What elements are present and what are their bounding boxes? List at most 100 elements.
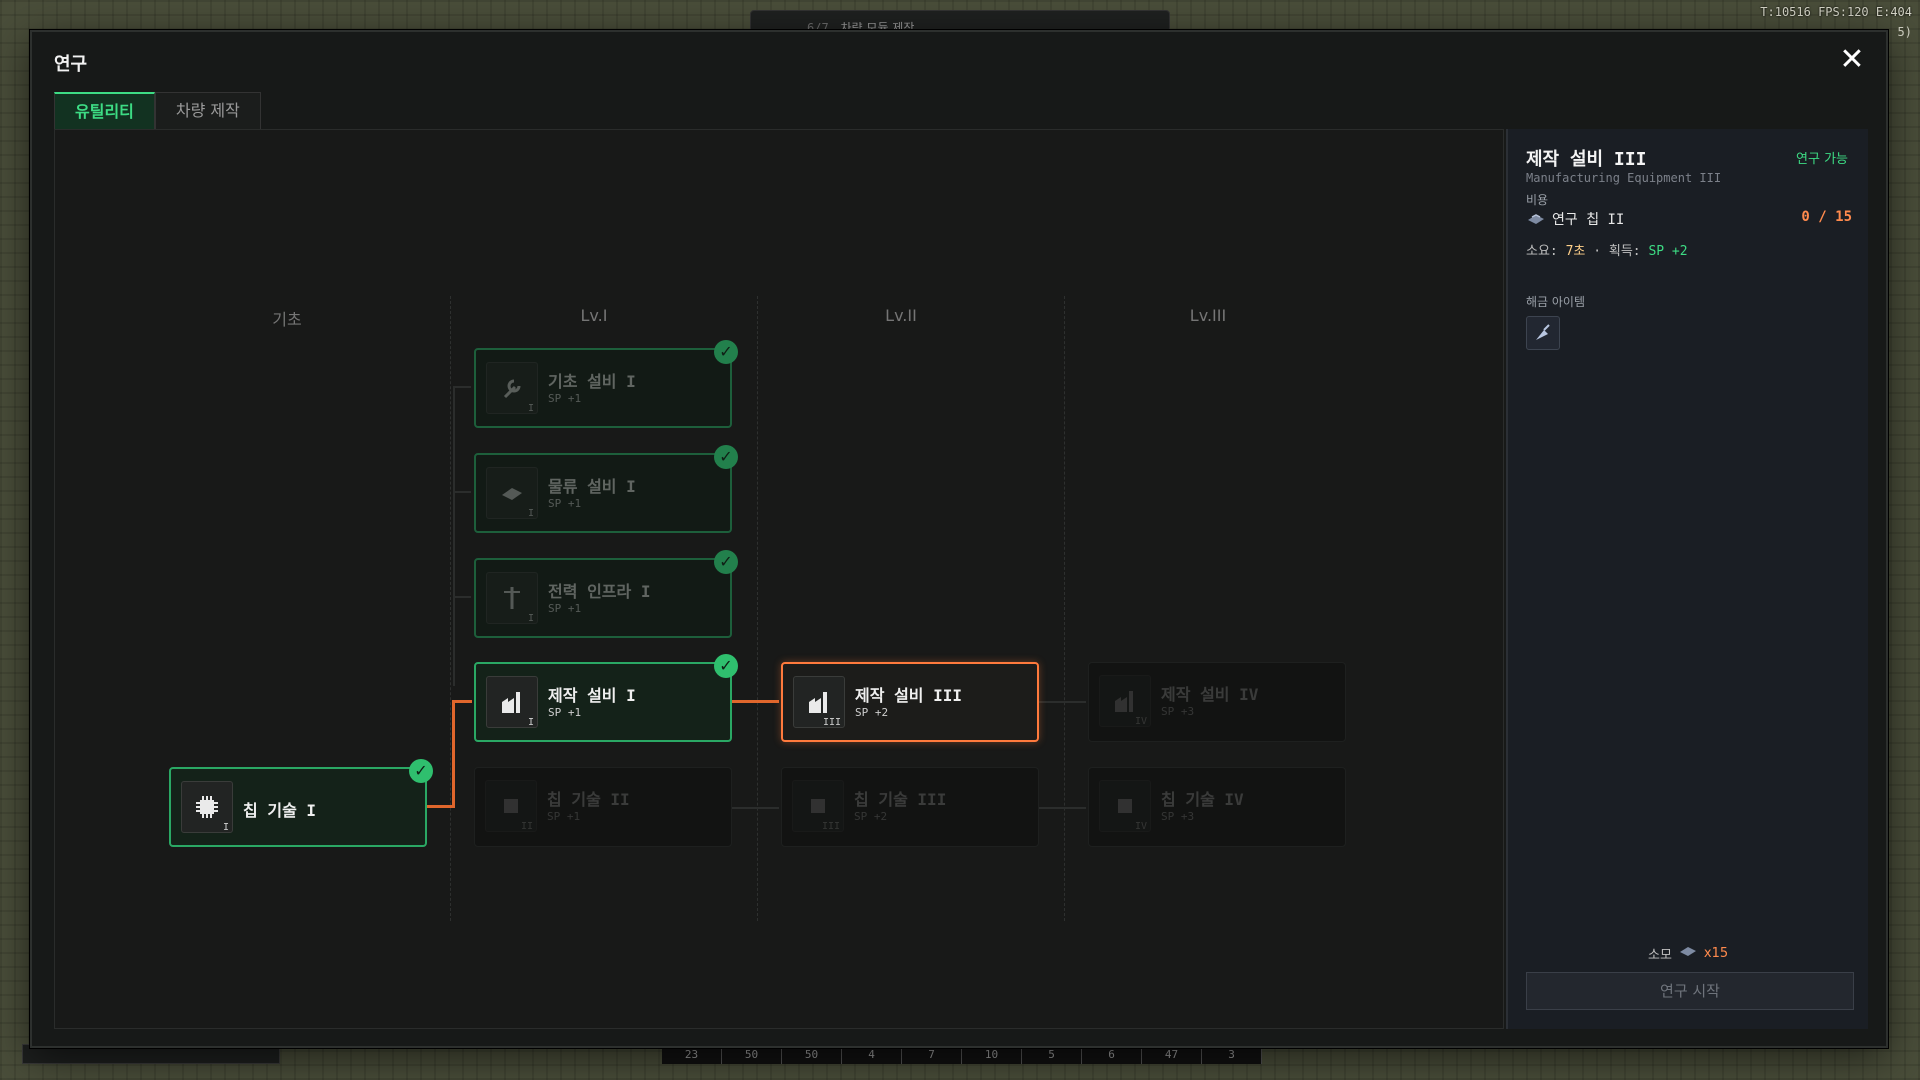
- cost-label: 비용: [1526, 193, 1549, 207]
- research-node-chip-tech-2[interactable]: II 칩 기술 II SP +1: [474, 767, 732, 847]
- connector-line: [453, 491, 471, 493]
- research-chip-icon: [1526, 211, 1546, 231]
- debug-stats-line2: 5): [1897, 25, 1912, 39]
- node-sp: SP +1: [548, 497, 582, 510]
- connector-line: [1034, 807, 1086, 809]
- chip-icon: IV: [1099, 780, 1151, 832]
- hotbar-slot[interactable]: 50: [782, 1046, 842, 1064]
- check-icon: ✓: [714, 445, 738, 469]
- hotbar-slot[interactable]: 23: [662, 1046, 722, 1064]
- node-sp: SP +3: [1161, 810, 1195, 823]
- time-gain-row: 소요: 7초 · 획득: SP +2: [1526, 240, 1688, 259]
- hotbar-slot[interactable]: 5: [1022, 1046, 1082, 1064]
- hotbar: 23 50 50 4 7 10 5 6 47 3: [662, 1046, 1262, 1064]
- research-node-power-infra-1[interactable]: I 전력 인프라 I SP +1 ✓: [474, 550, 738, 638]
- tier-label: I: [527, 613, 534, 624]
- research-node-chip-tech-1[interactable]: I 칩 기술 I ✓: [169, 759, 433, 847]
- gain-value: SP +2: [1648, 244, 1688, 259]
- connector-line: [453, 596, 471, 598]
- hotbar-slot[interactable]: 7: [902, 1046, 962, 1064]
- connector-line: [453, 386, 471, 388]
- node-name: 제작 설비 I: [548, 686, 636, 705]
- node-name: 기초 설비 I: [548, 372, 636, 391]
- check-icon: ✓: [714, 654, 738, 678]
- check-icon: ✓: [714, 340, 738, 364]
- tier-label: I: [527, 508, 534, 519]
- tier-label: IV: [1134, 821, 1147, 832]
- research-node-basic-equipment-1[interactable]: I 기초 설비 I SP +1 ✓: [474, 340, 738, 428]
- research-detail-panel: 제작 설비 III 연구 가능 Manufacturing Equipment …: [1506, 129, 1868, 1029]
- tier-label: II: [520, 821, 533, 832]
- node-sp: SP +2: [855, 706, 889, 719]
- tier-label: III: [822, 717, 841, 728]
- connector-line: [453, 386, 455, 686]
- column-header-lv1: Lv.I: [580, 306, 608, 325]
- node-sp: SP +3: [1161, 705, 1195, 718]
- cost-row: 연구 칩 II 0 / 15: [1526, 209, 1852, 229]
- hotbar-slot[interactable]: 6: [1082, 1046, 1142, 1064]
- node-name: 제작 설비 IV: [1161, 685, 1259, 704]
- hotbar-slot[interactable]: 10: [962, 1046, 1022, 1064]
- hotbar-slot[interactable]: 4: [842, 1046, 902, 1064]
- node-sp: SP +2: [854, 810, 888, 823]
- node-name: 물류 설비 I: [548, 477, 636, 496]
- separator: ·: [1593, 244, 1602, 259]
- connector-line: [727, 807, 779, 809]
- connector-line: [1034, 701, 1086, 703]
- active-connector: [727, 700, 779, 703]
- check-icon: ✓: [714, 550, 738, 574]
- hotbar-slot[interactable]: 50: [722, 1046, 782, 1064]
- chip-icon: III: [792, 780, 844, 832]
- consume-label: 소모: [1648, 947, 1672, 963]
- node-sp: SP +1: [548, 706, 582, 719]
- research-node-manufacturing-4[interactable]: IV 제작 설비 IV SP +3: [1088, 662, 1346, 742]
- research-node-logistics-equipment-1[interactable]: I 물류 설비 I SP +1 ✓: [474, 445, 738, 533]
- tier-label: I: [527, 717, 534, 728]
- node-name: 칩 기술 II: [547, 790, 630, 809]
- tab-utility[interactable]: 유틸리티: [54, 92, 155, 130]
- tier-label: IV: [1134, 716, 1147, 727]
- time-value: 7초: [1565, 244, 1586, 259]
- research-node-manufacturing-3[interactable]: III 제작 설비 III SP +2: [781, 662, 1039, 742]
- gain-label: 획득:: [1608, 244, 1641, 259]
- status-badge: 연구 가능: [1796, 152, 1848, 167]
- research-node-chip-tech-3[interactable]: III 칩 기술 III SP +2: [781, 767, 1039, 847]
- factory-icon: III: [793, 676, 845, 728]
- column-divider: [757, 296, 758, 921]
- drill-icon: [1536, 324, 1550, 340]
- research-tree: 기초 Lv.I Lv.II Lv.III I 칩 기술 I ✓ I 기초 설비 …: [54, 129, 1504, 1029]
- tier-label: I: [527, 403, 534, 414]
- wrench-icon: I: [486, 362, 538, 414]
- column-header-lv2: Lv.II: [885, 306, 917, 325]
- cost-progress: 0 / 15: [1801, 209, 1852, 225]
- node-sp: SP +1: [548, 392, 582, 405]
- active-connector: [427, 805, 455, 808]
- modal-title: 연구: [54, 54, 88, 75]
- hotbar-slot[interactable]: 3: [1202, 1046, 1262, 1064]
- active-connector: [452, 700, 455, 808]
- time-label: 소요:: [1526, 244, 1558, 259]
- tier-label: I: [222, 822, 229, 833]
- unlock-item-slot[interactable]: [1526, 316, 1560, 350]
- research-tabs: 유틸리티 차량 제작: [54, 92, 261, 130]
- chip-icon: II: [485, 780, 537, 832]
- node-sp: SP +1: [548, 602, 582, 615]
- start-research-button[interactable]: 연구 시작: [1526, 972, 1854, 1010]
- cost-item-name: 연구 칩 II: [1552, 212, 1625, 228]
- node-name: 칩 기술 III: [854, 790, 947, 809]
- hotbar-slot[interactable]: 47: [1142, 1046, 1202, 1064]
- column-header-lv3: Lv.III: [1189, 306, 1227, 325]
- chip-icon: I: [181, 781, 233, 833]
- research-node-manufacturing-1[interactable]: I 제작 설비 I SP +1 ✓: [474, 654, 738, 742]
- tab-vehicle-crafting[interactable]: 차량 제작: [154, 92, 261, 130]
- research-node-chip-tech-4[interactable]: IV 칩 기술 IV SP +3: [1088, 767, 1346, 847]
- research-chip-icon: [1678, 943, 1698, 963]
- detail-subtitle: Manufacturing Equipment III: [1526, 171, 1722, 185]
- active-connector: [452, 700, 472, 703]
- debug-stats: T:10516 FPS:120 E:404: [1760, 5, 1912, 19]
- column-divider: [450, 296, 451, 921]
- consume-quantity: x15: [1703, 945, 1729, 961]
- power-pole-icon: I: [486, 572, 538, 624]
- column-divider: [1064, 296, 1065, 921]
- close-button[interactable]: ✕: [1836, 44, 1868, 76]
